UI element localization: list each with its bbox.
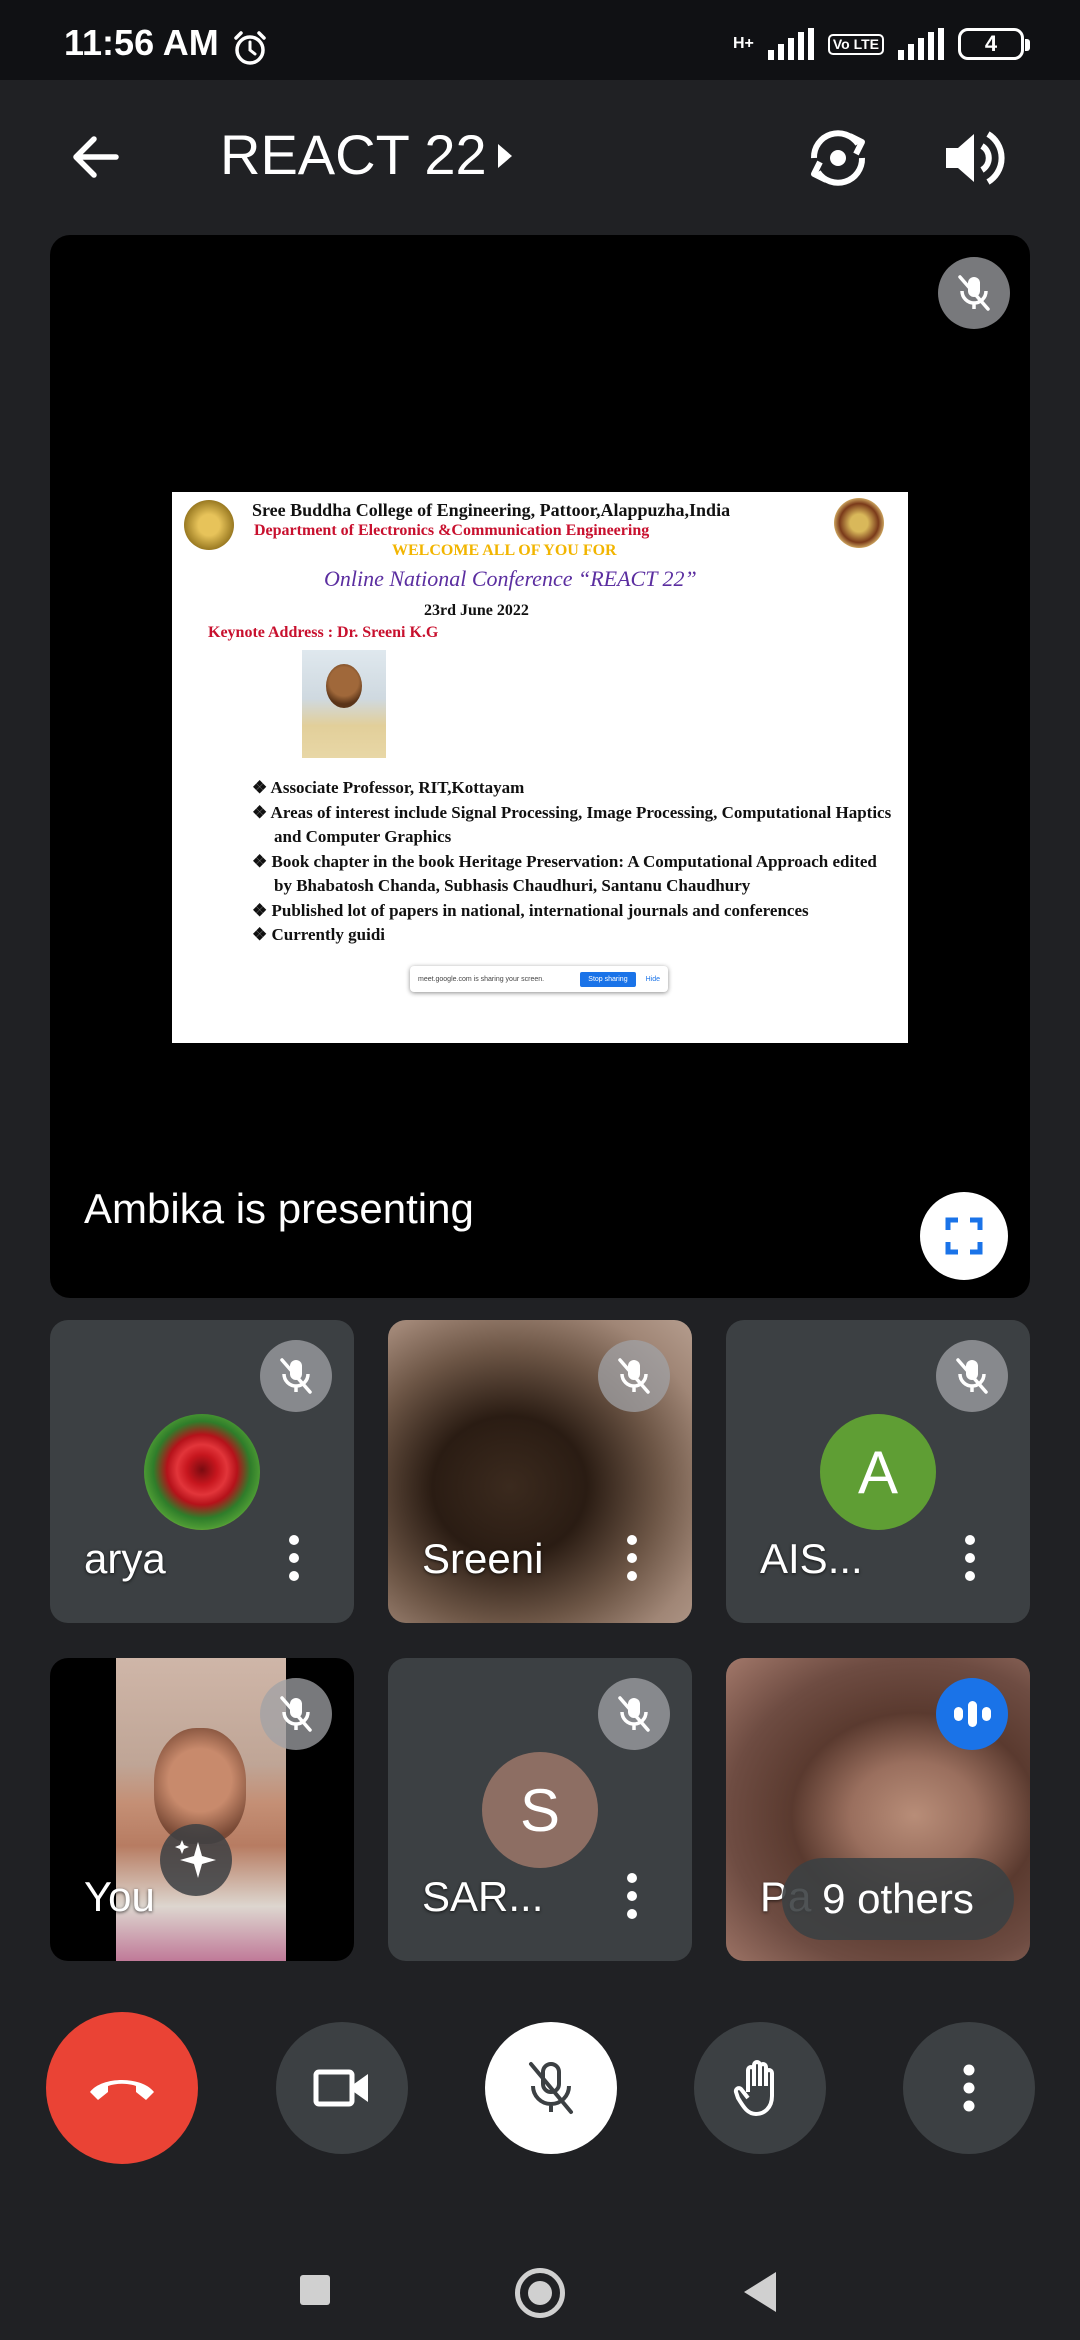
stop-sharing-button: Stop sharing <box>580 971 636 987</box>
more-options-button[interactable] <box>903 2022 1035 2154</box>
arya-avatar <box>144 1414 260 1530</box>
participant-name: You <box>84 1873 155 1920</box>
slide-date: 23rd June 2022 <box>424 602 529 619</box>
presenter-label: Ambika is presenting <box>84 1185 474 1232</box>
more-vert-icon[interactable] <box>624 1873 640 1919</box>
system-nav-bar <box>0 2220 1080 2340</box>
mic-off-icon <box>260 1340 332 1412</box>
mic-off-icon <box>598 1678 670 1750</box>
fullscreen-icon <box>945 1217 983 1255</box>
fullscreen-button[interactable] <box>920 1192 1008 1280</box>
meeting-header: REACT 22 <box>0 80 1080 230</box>
home-icon[interactable] <box>515 2268 565 2318</box>
mic-off-icon <box>529 2062 573 2114</box>
participant-tile-self[interactable]: You <box>50 1658 354 1961</box>
raise-hand-button[interactable] <box>694 2022 826 2154</box>
alarm-icon <box>234 31 266 65</box>
speaker-photo <box>302 650 386 758</box>
slide-bullet: ❖ Currently guidi <box>252 925 385 944</box>
signal-icon-2 <box>898 28 944 60</box>
sparkle-icon <box>175 1840 216 1878</box>
hide-share-bar-button: Hide <box>645 975 660 983</box>
presenter-mic-off-icon <box>938 257 1010 329</box>
participant-name: SAR... <box>422 1873 544 1920</box>
slide-bullet: ❖ Book chapter in the book Heritage Pres… <box>252 851 877 896</box>
raise-hand-icon <box>733 2060 774 2116</box>
volte-icon: Vo LTE <box>827 33 884 55</box>
effects-button[interactable] <box>160 1824 232 1896</box>
signal-icon <box>767 28 814 60</box>
more-vert-icon[interactable] <box>962 1535 978 1581</box>
recents-icon[interactable] <box>300 2275 330 2305</box>
participant-tile-ais[interactable]: A AIS... <box>726 1320 1030 1623</box>
share-bar-text: meet.google.com is sharing your screen. <box>418 975 545 983</box>
mic-toggle-button[interactable] <box>485 2022 617 2154</box>
participant-name: arya <box>84 1535 166 1582</box>
participant-name: AIS... <box>760 1535 863 1582</box>
mic-off-icon <box>936 1340 1008 1412</box>
network-type: H+ <box>732 35 754 52</box>
end-call-icon <box>90 2080 154 2100</box>
battery-icon: 4 <box>958 28 1030 60</box>
meeting-title[interactable]: REACT 22 <box>220 120 487 190</box>
participant-tile-arya[interactable]: arya <box>50 1320 354 1623</box>
switch-camera-icon[interactable] <box>800 120 876 196</box>
slide-bullet: ❖ Published lot of papers in national, i… <box>252 900 809 920</box>
more-options-icon <box>963 2064 975 2112</box>
slide-bullet: ❖ Associate Professor, RIT,Kottayam <box>252 778 525 797</box>
speaker-icon[interactable] <box>934 120 1010 196</box>
ais-avatar: A <box>820 1414 936 1530</box>
slide-bullets: ❖ Associate Professor, RIT,Kottayam ❖ Ar… <box>252 776 892 948</box>
chevron-right-icon[interactable] <box>492 140 516 172</box>
presentation-tile[interactable]: Sree Buddha College of Engineering, Patt… <box>50 235 1030 1298</box>
mic-off-icon <box>598 1340 670 1412</box>
nav-back-icon[interactable] <box>744 2272 776 2312</box>
status-time: 11:56 AM <box>64 22 219 63</box>
more-vert-icon[interactable] <box>624 1535 640 1581</box>
end-call-button[interactable] <box>46 2012 198 2164</box>
back-arrow-icon[interactable] <box>64 125 128 189</box>
college-logo-icon <box>184 500 234 550</box>
department-logo-icon <box>834 498 884 548</box>
participant-tile-sreeni[interactable]: Sreeni <box>388 1320 692 1623</box>
status-bar: 11:56 AM H+ Vo LTE 4 <box>0 0 1080 80</box>
slide-college-name: Sree Buddha College of Engineering, Patt… <box>252 500 731 520</box>
slide-department: Department of Electronics &Communication… <box>254 522 650 539</box>
screen-share-bar: meet.google.com is sharing your screen. … <box>410 966 668 992</box>
slide-conference: Online National Conference “REACT 22” <box>324 566 697 591</box>
mic-off-icon <box>260 1678 332 1750</box>
participant-name: Sreeni <box>422 1535 544 1582</box>
participant-tile-sar[interactable]: S SAR... <box>388 1658 692 1961</box>
camera-icon <box>313 2069 368 2107</box>
shared-slide: Sree Buddha College of Engineering, Patt… <box>172 492 908 1043</box>
sar-avatar: S <box>482 1752 598 1868</box>
speaking-indicator-icon <box>936 1678 1008 1750</box>
slide-welcome: WELCOME ALL OF YOU FOR <box>392 542 617 559</box>
camera-toggle-button[interactable] <box>276 2022 408 2154</box>
participant-tile-others[interactable]: Pa 9 others <box>726 1658 1030 1961</box>
slide-keynote: Keynote Address : Dr. Sreeni K.G <box>208 624 439 641</box>
slide-bullet: ❖ Areas of interest include Signal Proce… <box>252 802 892 847</box>
more-vert-icon[interactable] <box>286 1535 302 1581</box>
others-count-badge[interactable]: 9 others <box>782 1858 1014 1940</box>
